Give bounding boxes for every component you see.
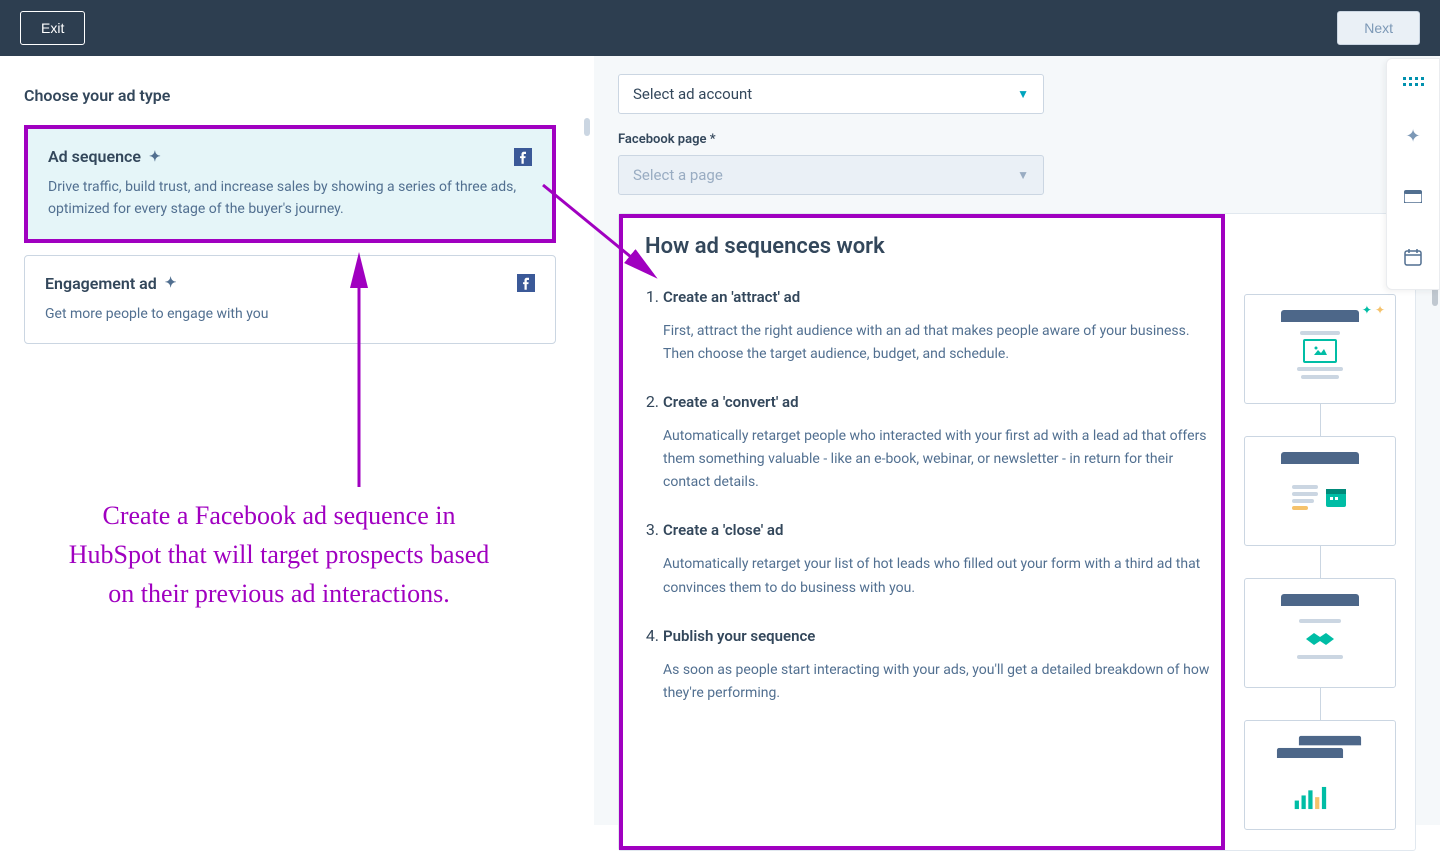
sparkle-icon: ✦ xyxy=(149,149,161,165)
ad-type-card-sequence[interactable]: Ad sequence ✦ Drive traffic, build trust… xyxy=(24,125,556,243)
floating-toolbar: ✦ xyxy=(1386,58,1440,290)
facebook-page-select[interactable]: Select a page ▼ xyxy=(618,155,1044,195)
calendar-icon[interactable] xyxy=(1404,248,1422,271)
stars-icon: ✦ xyxy=(1362,303,1385,317)
calendar-icon xyxy=(1324,485,1348,509)
card-title-text: Engagement ad xyxy=(45,274,157,293)
caret-down-icon: ▼ xyxy=(1017,87,1029,101)
ad-type-card-engagement[interactable]: Engagement ad ✦ Get more people to engag… xyxy=(24,255,556,344)
left-scrollbar[interactable] xyxy=(580,56,594,825)
info-illustrations: ✦ xyxy=(1225,214,1415,850)
facebook-page-label: Facebook page * xyxy=(618,132,1416,147)
facebook-icon xyxy=(514,148,532,166)
next-button[interactable]: Next xyxy=(1337,11,1420,45)
step-item: Create a 'convert' ad Automatically reta… xyxy=(663,392,1211,494)
apps-grid-icon[interactable] xyxy=(1403,77,1424,86)
ad-account-select[interactable]: Select ad account ▼ xyxy=(618,74,1044,114)
card-title-text: Ad sequence xyxy=(48,147,141,166)
section-title: Choose your ad type xyxy=(24,86,556,105)
caret-down-icon: ▼ xyxy=(1017,168,1029,182)
info-text-area: How ad sequences work Create an 'attract… xyxy=(619,214,1225,850)
info-title: How ad sequences work xyxy=(645,234,1211,259)
left-panel: Choose your ad type Ad sequence ✦ Drive … xyxy=(0,56,580,825)
annotation-arrow-up xyxy=(344,262,374,496)
exit-button[interactable]: Exit xyxy=(20,11,85,45)
card-desc: Get more people to engage with you xyxy=(45,303,535,325)
steps-list: Create an 'attract' ad First, attract th… xyxy=(645,287,1211,705)
card-desc: Drive traffic, build trust, and increase… xyxy=(48,176,532,221)
info-panel: How ad sequences work Create an 'attract… xyxy=(618,213,1416,851)
top-bar: Exit Next xyxy=(0,0,1440,56)
sparkle-icon[interactable]: ✦ xyxy=(1405,126,1420,147)
step-item: Create a 'close' ad Automatically retarg… xyxy=(663,520,1211,599)
right-panel: Select ad account ▼ Facebook page * Sele… xyxy=(594,56,1440,825)
annotation-arrow-diag xyxy=(538,180,668,294)
illustration-attract: ✦ xyxy=(1244,294,1396,404)
step-item: Publish your sequence As soon as people … xyxy=(663,626,1211,705)
inbox-icon[interactable] xyxy=(1404,187,1422,208)
illustration-publish xyxy=(1244,720,1396,830)
illustration-convert xyxy=(1244,436,1396,546)
select-placeholder: Select ad account xyxy=(633,85,752,103)
annotation-text: Create a Facebook ad sequence in HubSpot… xyxy=(54,496,504,613)
step-item: Create an 'attract' ad First, attract th… xyxy=(663,287,1211,366)
content: Choose your ad type Ad sequence ✦ Drive … xyxy=(0,56,1440,825)
sparkle-icon: ✦ xyxy=(165,275,177,291)
handshake-icon xyxy=(1302,627,1338,651)
illustration-close xyxy=(1244,578,1396,688)
image-icon xyxy=(1303,339,1337,363)
facebook-icon xyxy=(517,274,535,292)
